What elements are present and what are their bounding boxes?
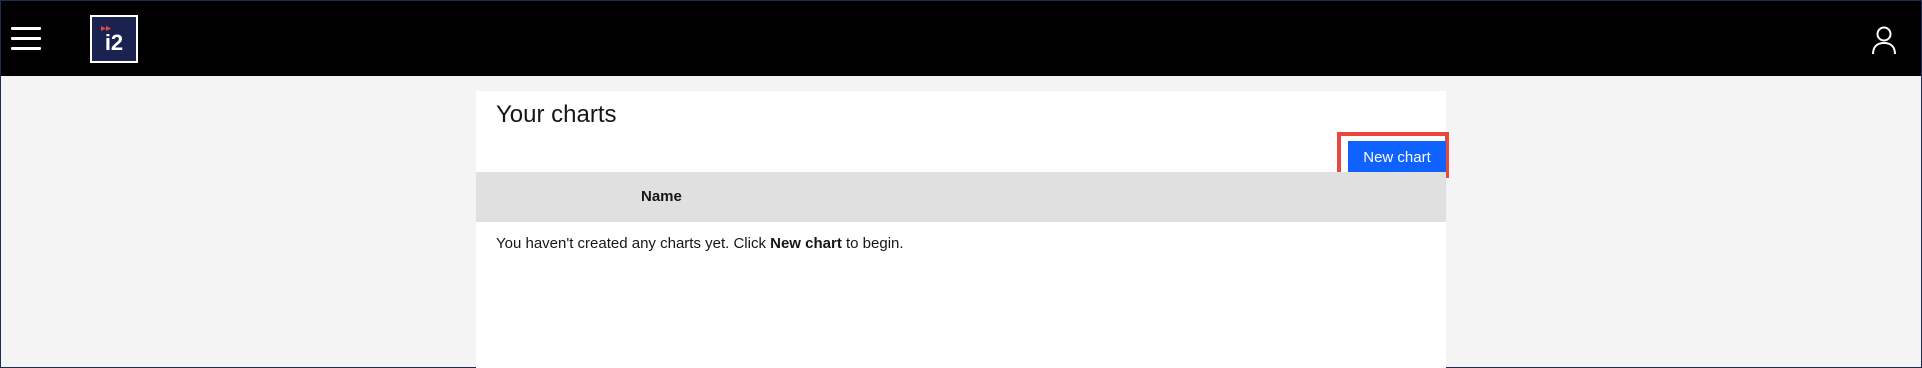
table-header: Name (476, 172, 1446, 222)
logo-text: i2 (105, 30, 123, 55)
empty-message-suffix: to begin. (841, 235, 904, 252)
i2-logo-icon: i2 (101, 26, 123, 55)
hamburger-menu-icon[interactable] (11, 25, 43, 53)
top-navigation-bar: i2 (1, 1, 1921, 76)
new-chart-button[interactable]: New chart (1348, 141, 1446, 173)
i2-logo[interactable]: i2 (90, 15, 138, 63)
empty-message-emphasis: New chart (770, 235, 842, 252)
empty-message-prefix: You haven't created any charts yet. Clic… (496, 235, 771, 252)
user-profile-icon[interactable] (1870, 25, 1898, 55)
empty-state-message: You haven't created any charts yet. Clic… (496, 235, 904, 252)
column-header-name[interactable]: Name (641, 188, 682, 205)
charts-panel: Your charts New chart Name You haven't c… (476, 91, 1449, 368)
page-title: Your charts (496, 101, 617, 128)
